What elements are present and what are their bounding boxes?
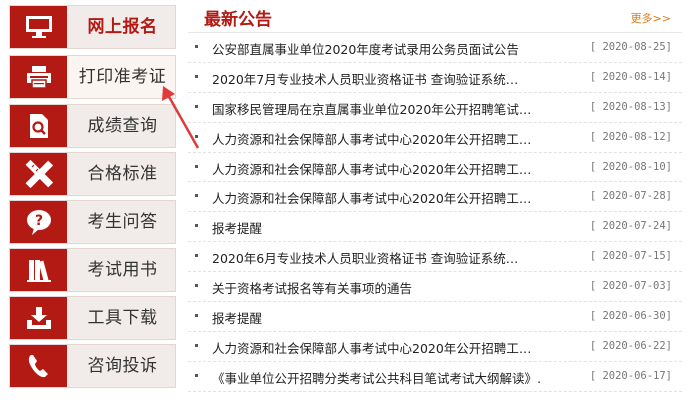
- bullet: [195, 74, 198, 78]
- notice-date: [ 2020-07-15]: [589, 250, 672, 263]
- ruler-pencil-icon: [10, 153, 67, 195]
- bullet: [195, 373, 198, 377]
- notice-link[interactable]: 公安部直属事业单位2020年度考试录用公务员面试公告: [212, 39, 542, 58]
- notice-link[interactable]: 报考提醒: [212, 218, 542, 237]
- menu-label: 咨询投诉: [87, 356, 158, 376]
- bullet: [195, 254, 198, 258]
- notice-item[interactable]: 公安部直属事业单位2020年度考试录用公务员面试公告 [ 2020-08-25]: [188, 33, 682, 63]
- menu-item-online-registration[interactable]: 网上报名: [9, 5, 176, 49]
- more-link[interactable]: 更多>>: [631, 10, 671, 26]
- bullet: [195, 343, 198, 347]
- bullet: [195, 134, 198, 138]
- menu-label: 网上报名: [87, 17, 158, 37]
- menu-item-print-admission-ticket[interactable]: 打印准考证: [9, 55, 176, 99]
- question-bubble-icon: ?: [10, 201, 67, 243]
- notice-date: [ 2020-08-12]: [589, 130, 672, 143]
- svg-text:?: ?: [34, 213, 42, 229]
- notice-item[interactable]: 人力资源和社会保障部人事考试中心2020年公开招聘工… [ 2020-06-22]: [188, 332, 682, 362]
- notice-date: [ 2020-08-10]: [589, 160, 672, 173]
- notice-date: [ 2020-08-14]: [589, 70, 672, 83]
- notice-link[interactable]: 关于资格考试报名等有关事项的通告: [212, 278, 542, 297]
- books-icon: [10, 249, 67, 291]
- notice-link[interactable]: 人力资源和社会保障部人事考试中心2020年公开招聘工…: [212, 188, 542, 207]
- notice-item[interactable]: 报考提醒 [ 2020-07-24]: [188, 212, 682, 243]
- menu-item-tools-download[interactable]: 工具下载: [9, 296, 176, 340]
- bullet: [195, 104, 198, 108]
- bullet: [195, 194, 198, 198]
- menu-item-exam-books[interactable]: 考试用书: [9, 248, 176, 292]
- notice-link[interactable]: 报考提醒: [212, 308, 542, 327]
- menu-label: 成绩查询: [87, 116, 158, 136]
- menu-label: 考生问答: [87, 212, 158, 232]
- bullet: [195, 45, 198, 48]
- bullet: [195, 314, 198, 318]
- notice-title: 最新公告: [204, 10, 272, 30]
- notice-date: [ 2020-07-24]: [589, 220, 672, 233]
- telephone-icon: [10, 345, 67, 387]
- document-search-icon: [10, 105, 67, 147]
- notice-item[interactable]: 人力资源和社会保障部人事考试中心2020年公开招聘工… [ 2020-07-28]: [188, 182, 682, 213]
- menu-label: 打印准考证: [78, 67, 167, 87]
- notice-link[interactable]: 2020年7月专业技术人员职业资格证书 查询验证系统…: [212, 69, 542, 88]
- notice-date: [ 2020-08-25]: [589, 41, 672, 53]
- notice-link[interactable]: 人力资源和社会保障部人事考试中心2020年公开招聘工…: [212, 338, 542, 357]
- notice-list: 公安部直属事业单位2020年度考试录用公务员面试公告 [ 2020-08-25] 2…: [188, 33, 682, 392]
- menu-item-score-query[interactable]: 成绩查询: [9, 104, 176, 148]
- notice-item[interactable]: 报考提醒 [ 2020-06-30]: [188, 302, 682, 332]
- bullet: [195, 224, 198, 228]
- bullet: [195, 284, 198, 288]
- notice-date: [ 2020-08-13]: [589, 100, 672, 113]
- notice-date: [ 2020-06-22]: [589, 339, 672, 352]
- notice-item[interactable]: 《事业单位公开招聘分类考试公共科目笔试考试大纲解读》… [ 2020-06-17]: [188, 362, 682, 392]
- notice-link[interactable]: 《事业单位公开招聘分类考试公共科目笔试考试大纲解读》…: [212, 368, 542, 387]
- notice-link[interactable]: 2020年6月专业技术人员职业资格证书 查询验证系统…: [212, 248, 542, 267]
- printer-icon: [10, 56, 67, 98]
- bullet: [195, 164, 198, 168]
- notice-date: [ 2020-07-28]: [589, 190, 672, 203]
- menu-label: 工具下载: [87, 308, 158, 328]
- notice-date: [ 2020-06-17]: [589, 369, 672, 382]
- menu-item-qualification-standard[interactable]: 合格标准: [9, 152, 176, 196]
- notice-date: [ 2020-07-03]: [589, 280, 672, 293]
- notice-item[interactable]: 关于资格考试报名等有关事项的通告 [ 2020-07-03]: [188, 272, 682, 303]
- menu-label: 合格标准: [87, 164, 158, 184]
- notice-link[interactable]: 人力资源和社会保障部人事考试中心2020年公开招聘工…: [212, 159, 542, 178]
- download-tray-icon: [10, 297, 67, 339]
- notice-link[interactable]: 人力资源和社会保障部人事考试中心2020年公开招聘工…: [212, 129, 542, 148]
- menu-item-consult-complaint[interactable]: 咨询投诉: [9, 344, 176, 388]
- menu-label: 考试用书: [87, 260, 158, 280]
- notice-item[interactable]: 2020年6月专业技术人员职业资格证书 查询验证系统… [ 2020-07-15]: [188, 242, 682, 273]
- notice-item[interactable]: 2020年7月专业技术人员职业资格证书 查询验证系统… [ 2020-08-14]: [188, 63, 682, 93]
- notice-date: [ 2020-06-30]: [589, 310, 672, 323]
- computer-icon: [10, 6, 67, 48]
- notice-item[interactable]: 人力资源和社会保障部人事考试中心2020年公开招聘工… [ 2020-08-12]: [188, 123, 682, 153]
- menu-item-candidate-qa[interactable]: ? 考生问答: [9, 200, 176, 244]
- notice-item[interactable]: 人力资源和社会保障部人事考试中心2020年公开招聘工… [ 2020-08-10]: [188, 153, 682, 183]
- notice-link[interactable]: 国家移民管理局在京直属事业单位2020年公开招聘笔试…: [212, 99, 542, 118]
- notice-item[interactable]: 国家移民管理局在京直属事业单位2020年公开招聘笔试… [ 2020-08-13]: [188, 93, 682, 123]
